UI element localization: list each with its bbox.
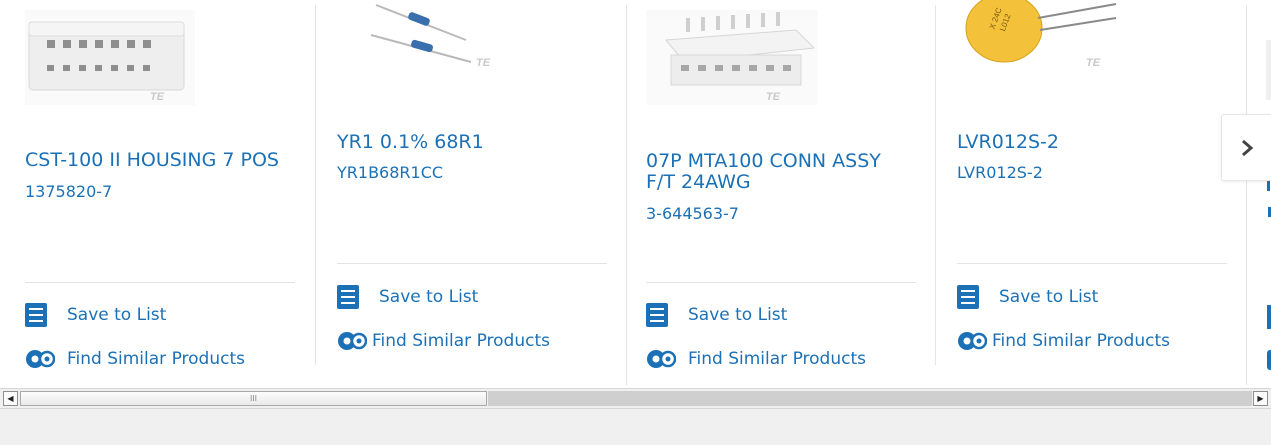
scroll-right-arrow-icon: ▶	[1257, 393, 1264, 403]
product-title[interactable]: LVR012S-2	[957, 132, 1059, 152]
part-number[interactable]: YR1B68R1CC	[337, 164, 443, 182]
save-to-list-button[interactable]: Save to List	[957, 285, 1098, 309]
save-to-list-label: Save to List	[999, 287, 1099, 307]
save-to-list-button[interactable]: Save to List	[337, 285, 478, 309]
find-similar-label: Find Similar Products	[372, 331, 550, 351]
product-card: TE CST-100 II HOUSING 7 POS 1375820-7 Sa…	[0, 0, 315, 388]
card-separator	[957, 263, 1227, 264]
save-to-list-button[interactable]: Save to List	[25, 303, 166, 327]
product-carousel: TE CST-100 II HOUSING 7 POS 1375820-7 Sa…	[0, 0, 1271, 388]
checklist-icon	[957, 285, 979, 309]
card-divider	[1246, 5, 1247, 385]
find-similar-button[interactable]: Find Similar Products	[957, 330, 1170, 352]
ptc-resettable-device-image[interactable]: X 24C L012 TE	[956, 0, 1126, 75]
checklist-icon	[25, 303, 47, 327]
part-number[interactable]: LVR012S-2	[957, 164, 1043, 182]
save-to-list-label: Save to List	[688, 305, 788, 325]
svg-text:TE: TE	[766, 91, 781, 103]
svg-text:TE: TE	[1086, 57, 1101, 69]
partial-product-card	[1266, 0, 1271, 388]
checklist-icon	[646, 303, 668, 327]
checklist-icon	[337, 285, 359, 309]
scrollbar-grip-icon: III	[249, 393, 258, 403]
part-number[interactable]: 3-644563-7	[646, 205, 739, 223]
partial-save-icon	[1267, 305, 1271, 329]
scroll-left-button[interactable]: ◀	[3, 391, 18, 406]
product-card: TE YR1 0.1% 68R1 YR1B68R1CC Save to List…	[316, 0, 626, 388]
scroll-left-arrow-icon: ◀	[7, 393, 14, 403]
horizontal-scrollbar[interactable]: ◀ III ▶	[0, 388, 1271, 409]
carousel-next-button[interactable]	[1221, 114, 1271, 181]
gears-icon	[26, 350, 55, 368]
connector-assembly-image[interactable]: TE	[646, 10, 818, 105]
gears-icon	[338, 332, 367, 350]
product-title-line-1[interactable]: 07P MTA100 CONN ASSY	[646, 151, 881, 171]
find-similar-button[interactable]: Find Similar Products	[337, 330, 550, 352]
find-similar-label: Find Similar Products	[688, 349, 866, 369]
card-separator	[337, 263, 607, 264]
scrollbar-track[interactable]	[488, 391, 1252, 406]
gears-icon	[958, 332, 987, 350]
product-card: X 24C L012 TE LVR012S-2 LVR012S-2 Save t…	[936, 0, 1246, 388]
partial-thumb	[1266, 40, 1271, 100]
scrollbar-thumb[interactable]: III	[20, 391, 487, 406]
card-separator	[25, 282, 295, 283]
resistor-image[interactable]: TE	[366, 0, 511, 75]
find-similar-label: Find Similar Products	[67, 349, 245, 369]
svg-text:TE: TE	[150, 91, 165, 103]
connector-housing-image[interactable]: TE	[25, 10, 195, 105]
page-background-area	[0, 409, 1271, 445]
chevron-right-icon	[1242, 139, 1254, 156]
save-to-list-label: Save to List	[379, 287, 479, 307]
find-similar-button[interactable]: Find Similar Products	[646, 348, 866, 370]
scroll-right-button[interactable]: ▶	[1253, 391, 1268, 406]
svg-text:TE: TE	[476, 57, 491, 69]
save-to-list-label: Save to List	[67, 305, 167, 325]
partial-gears-icon	[1267, 350, 1271, 370]
find-similar-label: Find Similar Products	[992, 331, 1170, 351]
product-title[interactable]: YR1 0.1% 68R1	[337, 132, 484, 152]
save-to-list-button[interactable]: Save to List	[646, 303, 787, 327]
part-number[interactable]: 1375820-7	[25, 183, 112, 201]
find-similar-button[interactable]: Find Similar Products	[25, 348, 245, 370]
product-title[interactable]: CST-100 II HOUSING 7 POS	[25, 150, 279, 170]
card-separator	[646, 282, 916, 283]
gears-icon	[647, 350, 676, 368]
product-title-line-2[interactable]: F/T 24AWG	[646, 172, 751, 192]
product-card: TE 07P MTA100 CONN ASSY F/T 24AWG 3-6445…	[627, 0, 935, 388]
